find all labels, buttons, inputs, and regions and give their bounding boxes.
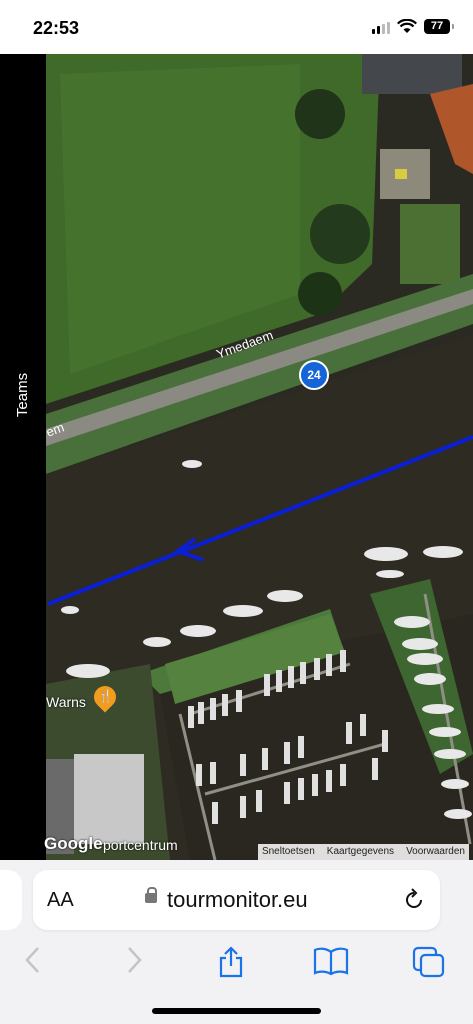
browser-toolbar: AA tourmonitor.eu (0, 860, 473, 1024)
restaurant-icon: 🍴 (98, 689, 113, 703)
map-attribution: Sneltoetsen Kaartgegevens Voorwaarden (257, 844, 469, 860)
clock: 22:53 (33, 18, 80, 38)
bookmarks-icon[interactable] (313, 946, 349, 976)
signal-icon (372, 22, 390, 34)
team-marker[interactable]: 24 (299, 360, 329, 390)
place-label: portcentrum (103, 837, 178, 853)
reload-icon[interactable] (401, 887, 427, 913)
status-bar: 22:53 77 (0, 0, 473, 54)
home-indicator (152, 1008, 321, 1014)
lock-icon (145, 887, 157, 903)
terms-link[interactable]: Voorwaarden (406, 844, 465, 860)
back-icon[interactable] (22, 946, 44, 974)
teams-panel[interactable]: Teams (0, 54, 46, 860)
forward-icon[interactable] (123, 946, 145, 974)
share-icon[interactable] (216, 946, 246, 978)
address-bar[interactable]: AA tourmonitor.eu (33, 870, 440, 930)
previous-tab-preview[interactable] (0, 870, 22, 930)
url-text[interactable]: tourmonitor.eu (167, 887, 308, 913)
wifi-icon (397, 19, 417, 33)
text-size-button[interactable]: AA (47, 889, 74, 912)
tabs-icon[interactable] (412, 946, 446, 978)
battery-icon: 77 (424, 19, 454, 34)
google-logo: Google (44, 834, 103, 853)
shortcuts-link[interactable]: Sneltoetsen (262, 844, 315, 860)
map-data-link[interactable]: Kaartgegevens (327, 844, 394, 860)
poi-label[interactable]: Warns (46, 694, 86, 710)
map-view[interactable]: Teams Ymedaem em 24 🍴 Warns Google portc… (0, 54, 473, 860)
satellite-imagery (46, 54, 473, 860)
teams-label[interactable]: Teams (12, 362, 34, 428)
